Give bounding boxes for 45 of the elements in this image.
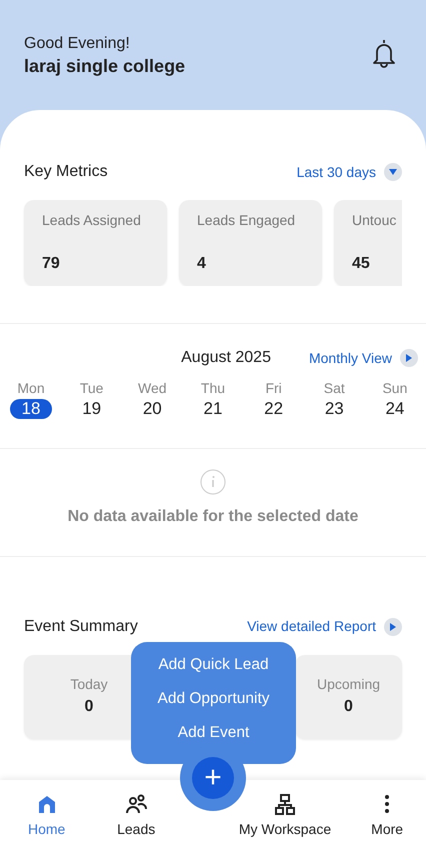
greeting-text: Good Evening!: [24, 34, 131, 54]
date-chip[interactable]: 20: [131, 399, 174, 419]
weekday-label: Fri: [264, 379, 283, 398]
dropdown-caret-icon: [384, 163, 402, 181]
monthly-view-link[interactable]: Monthly View: [308, 348, 418, 368]
notification-bell-icon[interactable]: [370, 38, 398, 70]
event-label: Upcoming: [316, 675, 380, 694]
weekday-label: Sun: [381, 379, 408, 398]
menu-item[interactable]: Add Event: [178, 720, 250, 746]
report-link[interactable]: View detailed Report: [247, 616, 402, 637]
weekday-label: Thu: [200, 379, 226, 398]
nav-tab[interactable]: More: [348, 793, 426, 840]
weekday-label: Wed: [137, 379, 168, 398]
info-icon: [200, 468, 226, 494]
weekday-label: Mon: [16, 379, 46, 398]
section-title: Event Summary: [24, 616, 138, 636]
event-count: 0: [84, 697, 94, 717]
nav-tab[interactable]: Leads: [93, 793, 179, 840]
event-count: 0: [344, 697, 353, 717]
date-chip[interactable]: 22: [252, 399, 295, 419]
weekday-label: Tue: [78, 379, 104, 398]
event-label: Today: [70, 675, 108, 694]
metric-value: 4: [197, 254, 207, 274]
empty-message: No data available for the selected date: [68, 506, 358, 526]
date-chip[interactable]: 23: [313, 399, 356, 419]
date-chip[interactable]: 18: [10, 399, 52, 419]
date-range-dropdown[interactable]: Last 30 days: [296, 162, 402, 182]
date-chip[interactable]: 21: [192, 399, 234, 419]
menu-item[interactable]: Add Quick Lead: [158, 652, 269, 678]
metric-value: 45: [352, 254, 371, 274]
date-chip[interactable]: 19: [70, 399, 113, 419]
menu-item[interactable]: Add Opportunity: [157, 686, 270, 712]
people-icon: [125, 793, 148, 815]
more-icon: [384, 793, 390, 815]
metric-label: Leads Engaged: [197, 211, 296, 230]
metric-value: 79: [42, 254, 61, 274]
metric-label: Leads Assigned: [42, 211, 142, 230]
month-title: August 2025: [181, 348, 271, 368]
section-title: Key Metrics: [24, 162, 108, 182]
metric-label: Untouc: [352, 211, 398, 230]
weekday-label: Sat: [322, 379, 346, 398]
date-chip[interactable]: 24: [374, 399, 416, 419]
hierarchy-icon: [274, 793, 296, 815]
nav-tab[interactable]: Home: [0, 793, 94, 840]
user-name: laraj single college: [24, 55, 186, 78]
